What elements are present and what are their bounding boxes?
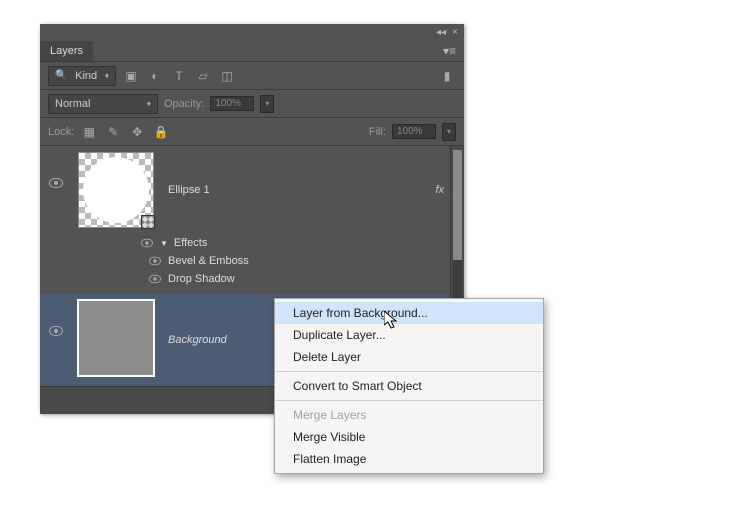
layer-name: Ellipse 1 — [168, 184, 210, 196]
filter-row: 🔍 Kind ♦ ▣ ◐ T ▱ ◫ ▮ — [40, 62, 464, 90]
opacity-input[interactable]: 100% — [210, 96, 254, 111]
lock-label: Lock: — [48, 126, 74, 138]
filter-toggle-icon[interactable]: ▮ — [438, 67, 456, 85]
blend-mode-dropdown[interactable]: Normal ♦ — [48, 94, 158, 114]
effects-title: Effects — [174, 237, 207, 249]
panel-menu-icon[interactable]: ▾≡ — [435, 40, 464, 62]
menu-delete-layer[interactable]: Delete Layer — [275, 346, 543, 368]
filter-adjust-icon[interactable]: ◐ — [146, 67, 164, 85]
menu-separator — [275, 371, 543, 372]
close-icon[interactable]: × — [452, 27, 458, 38]
layer-effects: ▼ Effects Bevel & Emboss Drop Shadow — [40, 234, 464, 294]
visibility-toggle-icon[interactable] — [49, 326, 63, 336]
filter-kind-label: Kind — [75, 70, 97, 82]
visibility-toggle-icon[interactable] — [49, 178, 63, 188]
blend-mode-value: Normal — [55, 98, 90, 110]
visibility-toggle-icon[interactable] — [149, 275, 161, 284]
tab-row: Layers ▾≡ — [40, 40, 464, 62]
menu-merge-visible[interactable]: Merge Visible — [275, 426, 543, 448]
filter-kind-dropdown[interactable]: 🔍 Kind ♦ — [48, 66, 116, 86]
lock-paint-icon[interactable]: ✎ — [104, 123, 122, 141]
filter-pixel-icon[interactable]: ▣ — [122, 67, 140, 85]
effect-item[interactable]: Drop Shadow — [168, 273, 235, 285]
opacity-caret[interactable]: ▾ — [260, 95, 274, 113]
tab-layers[interactable]: Layers — [40, 41, 93, 61]
fill-input[interactable]: 100% — [392, 124, 436, 139]
context-menu: Layer from Background... Duplicate Layer… — [274, 298, 544, 474]
lock-move-icon[interactable]: ✥ — [128, 123, 146, 141]
visibility-toggle-icon[interactable] — [141, 239, 153, 248]
filter-smart-icon[interactable]: ◫ — [218, 67, 236, 85]
blend-row: Normal ♦ Opacity: 100% ▾ — [40, 90, 464, 118]
effect-item[interactable]: Bevel & Emboss — [168, 255, 249, 267]
fill-caret[interactable]: ▾ — [442, 123, 456, 141]
layer-name: Background — [168, 334, 227, 346]
menu-flatten-image[interactable]: Flatten Image — [275, 448, 543, 470]
menu-duplicate-layer[interactable]: Duplicate Layer... — [275, 324, 543, 346]
menu-merge-layers: Merge Layers — [275, 404, 543, 426]
visibility-toggle-icon[interactable] — [149, 257, 161, 266]
filter-type-icon[interactable]: T — [170, 67, 188, 85]
menu-layer-from-background[interactable]: Layer from Background... — [275, 302, 543, 324]
lock-all-icon[interactable]: 🔒 — [152, 123, 170, 141]
opacity-label: Opacity: — [164, 98, 204, 110]
lock-row: Lock: ▦ ✎ ✥ 🔒 Fill: 100% ▾ — [40, 118, 464, 146]
collapse-icon[interactable]: ◂◂ — [436, 27, 446, 38]
menu-separator — [275, 400, 543, 401]
fx-indicator[interactable]: fx — [436, 184, 445, 196]
menu-convert-smart-object[interactable]: Convert to Smart Object — [275, 375, 543, 397]
layer-thumbnail[interactable] — [78, 300, 154, 376]
fill-label: Fill: — [369, 126, 386, 138]
layer-thumbnail[interactable] — [78, 152, 154, 228]
panel-titlebar: ◂◂ × — [40, 24, 464, 40]
lock-transparent-icon[interactable]: ▦ — [80, 123, 98, 141]
filter-shape-icon[interactable]: ▱ — [194, 67, 212, 85]
layer-row-ellipse[interactable]: Ellipse 1 fx ▲ — [40, 146, 464, 234]
